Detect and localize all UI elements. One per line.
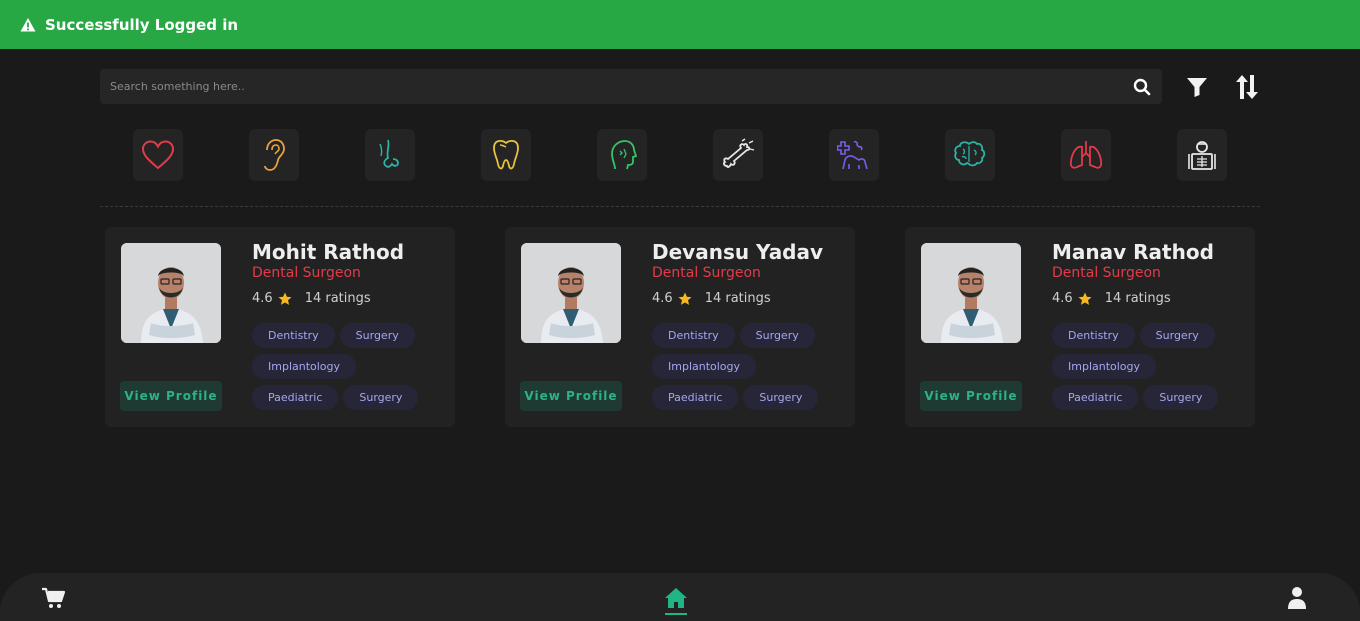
heart-icon [141,140,175,170]
view-profile-button[interactable]: View Profile [920,381,1022,411]
brain-icon [954,141,986,167]
category-ear[interactable] [249,129,299,181]
filter-icon[interactable] [1182,72,1212,102]
search-bar [100,69,1162,104]
category-tooth[interactable] [481,129,531,181]
doctor-photo [121,243,221,343]
doctor-specialty: Dental Surgeon [252,265,361,281]
doctor-card: View Profile Mohit Rathod Dental Surgeon… [105,227,455,427]
tag[interactable]: Surgery [743,385,819,410]
doctor-rating: 4.6 14 ratings [252,291,371,306]
tag[interactable]: Implantology [252,354,357,379]
doctor-specialty: Dental Surgeon [1052,265,1161,281]
tag[interactable]: Dentistry [252,323,335,348]
specialty-tags: Dentistry Surgery Implantology Paediatri… [1052,323,1252,416]
doctor-card: View Profile Devansu Yadav Dental Surgeo… [505,227,855,427]
radiology-icon [1188,141,1216,170]
category-strip [100,129,1260,181]
ear-icon [264,139,285,171]
tag[interactable]: Paediatric [252,385,339,410]
doctor-card: View Profile Manav Rathod Dental Surgeon… [905,227,1255,427]
tag[interactable]: Surgery [739,323,815,348]
section-divider [100,206,1260,207]
warning-icon [20,17,36,31]
tag[interactable]: Surgery [1139,323,1215,348]
tag[interactable]: Paediatric [1052,385,1139,410]
star-icon [678,292,692,306]
doctor-rating: 4.6 14 ratings [652,291,771,306]
ratings-count: 14 ratings [304,291,371,306]
user-icon[interactable] [1282,583,1312,613]
doctor-specialty: Dental Surgeon [652,265,761,281]
category-head[interactable] [597,129,647,181]
head-profile-icon [611,140,637,170]
doctor-photo [521,243,621,343]
tag[interactable]: Paediatric [652,385,739,410]
view-profile-button[interactable]: View Profile [120,381,222,411]
category-radiology[interactable] [1177,129,1227,181]
cart-icon[interactable] [38,583,68,613]
specialty-tags: Dentistry Surgery Implantology Paediatri… [652,323,852,416]
doctor-rating: 4.6 14 ratings [1052,291,1171,306]
doctor-name: Manav Rathod [1052,240,1214,264]
doctor-name: Mohit Rathod [252,240,405,264]
specialty-tags: Dentistry Surgery Implantology Paediatri… [252,323,452,416]
category-nose[interactable] [365,129,415,181]
tag[interactable]: Dentistry [1052,323,1135,348]
rating-value: 4.6 [1052,291,1073,306]
nose-icon [379,139,399,168]
tag[interactable]: Dentistry [652,323,735,348]
toast-message: Successfully Logged in [45,15,239,34]
bottom-nav [0,573,1360,621]
tag[interactable]: Implantology [1052,354,1157,379]
category-lungs[interactable] [1061,129,1111,181]
sort-icon[interactable] [1232,72,1262,102]
active-indicator [665,613,687,615]
doctor-photo [921,243,1021,343]
doctor-name: Devansu Yadav [652,240,824,264]
search-icon[interactable] [1122,69,1162,104]
tag[interactable]: Implantology [652,354,757,379]
home-icon[interactable] [661,583,691,613]
tag[interactable]: Surgery [1143,385,1219,410]
tag[interactable]: Surgery [339,323,415,348]
success-toast: Successfully Logged in [0,0,1360,49]
category-veterinary[interactable] [829,129,879,181]
category-bone[interactable] [713,129,763,181]
category-brain[interactable] [945,129,995,181]
veterinary-icon [837,141,868,170]
ratings-count: 14 ratings [1104,291,1171,306]
rating-value: 4.6 [652,291,673,306]
search-input[interactable] [100,69,1122,104]
star-icon [1078,292,1092,306]
ratings-count: 14 ratings [704,291,771,306]
rating-value: 4.6 [252,291,273,306]
tag[interactable]: Surgery [343,385,419,410]
star-icon [278,292,292,306]
view-profile-button[interactable]: View Profile [520,381,622,411]
lungs-icon [1069,141,1103,169]
category-heart[interactable] [133,129,183,181]
tooth-icon [493,139,519,170]
bone-icon [723,138,755,168]
